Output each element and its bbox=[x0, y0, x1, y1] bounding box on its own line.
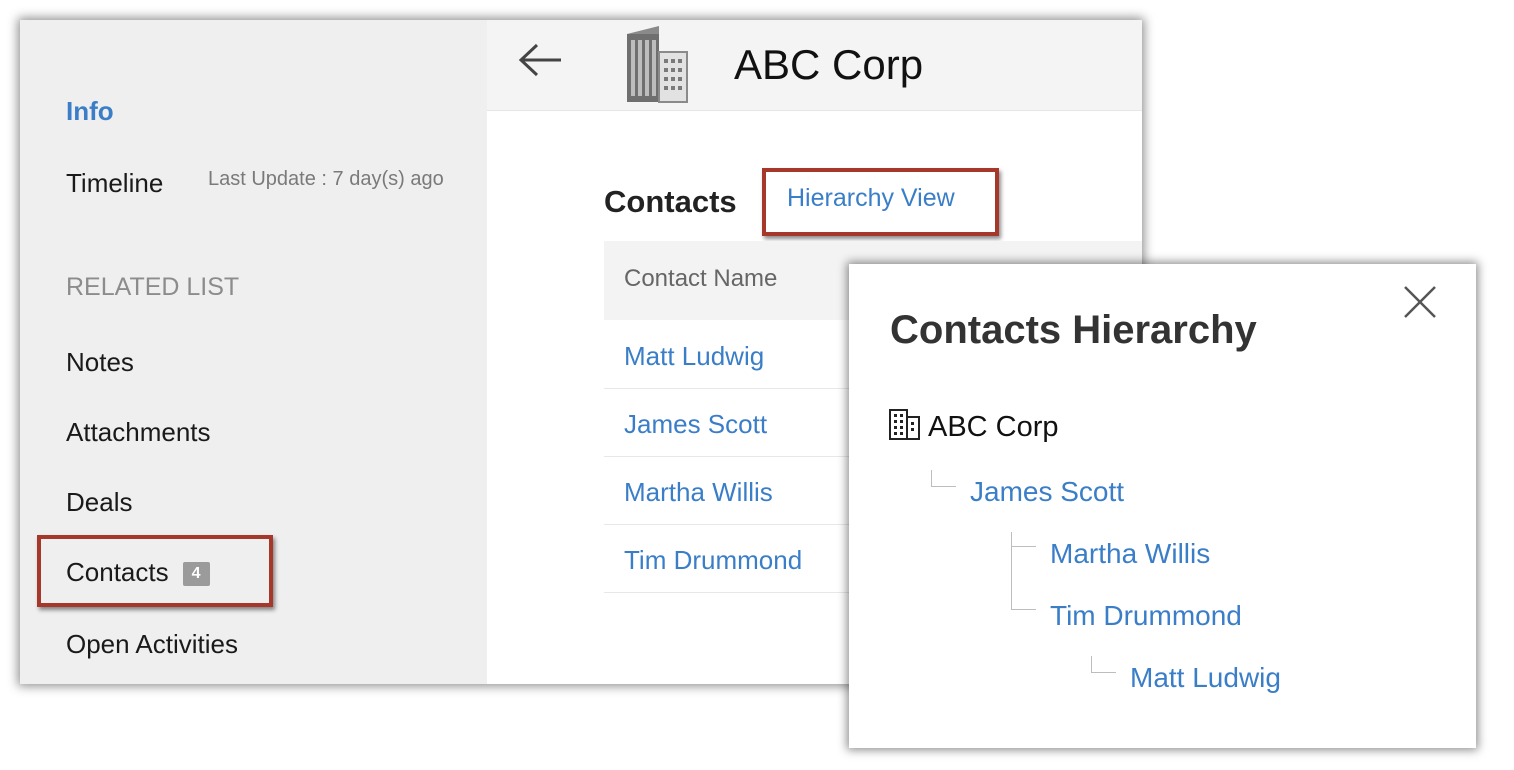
sidebar-item-info[interactable]: Info bbox=[66, 96, 114, 127]
contacts-section-heading: Contacts bbox=[604, 184, 737, 219]
last-update-text: Last Update : 7 day(s) ago bbox=[208, 168, 444, 190]
contact-link[interactable]: Martha Willis bbox=[624, 477, 773, 508]
contact-link[interactable]: Matt Ludwig bbox=[624, 341, 764, 372]
tree-connector bbox=[1011, 532, 1036, 547]
hierarchy-node[interactable]: Tim Drummond bbox=[1050, 600, 1242, 632]
sidebar-item-open-activities[interactable]: Open Activities bbox=[66, 629, 238, 660]
column-header-contact-name[interactable]: Contact Name bbox=[624, 265, 777, 293]
contacts-highlight-box bbox=[37, 535, 273, 607]
tree-connector bbox=[1091, 656, 1116, 673]
sidebar-item-attachments[interactable]: Attachments bbox=[66, 417, 211, 448]
hierarchy-highlight-box bbox=[762, 168, 999, 236]
hierarchy-node[interactable]: Matt Ludwig bbox=[1130, 662, 1281, 694]
hierarchy-node[interactable]: Martha Willis bbox=[1050, 538, 1210, 570]
sidebar-item-timeline[interactable]: Timeline bbox=[66, 168, 163, 199]
back-arrow-icon[interactable] bbox=[517, 40, 565, 85]
tree-connector bbox=[1011, 546, 1036, 610]
contact-link[interactable]: James Scott bbox=[624, 409, 767, 440]
building-icon bbox=[625, 26, 691, 109]
sidebar-item-notes[interactable]: Notes bbox=[66, 347, 134, 378]
related-list-heading: RELATED LIST bbox=[66, 273, 240, 301]
building-icon bbox=[889, 406, 921, 445]
contacts-hierarchy-popup: Contacts Hierarchy ABC Corp James Scott … bbox=[849, 264, 1476, 748]
hierarchy-root-account: ABC Corp bbox=[928, 411, 1059, 443]
record-title: ABC Corp bbox=[734, 41, 924, 88]
record-header: ABC Corp bbox=[487, 20, 1142, 111]
close-icon[interactable] bbox=[1402, 284, 1438, 325]
hierarchy-node[interactable]: James Scott bbox=[970, 476, 1124, 508]
sidebar-item-deals[interactable]: Deals bbox=[66, 487, 132, 518]
popup-title: Contacts Hierarchy bbox=[890, 308, 1257, 352]
tree-connector bbox=[931, 470, 956, 487]
sidebar: Info Timeline Last Update : 7 day(s) ago… bbox=[20, 20, 487, 684]
contact-link[interactable]: Tim Drummond bbox=[624, 545, 802, 576]
